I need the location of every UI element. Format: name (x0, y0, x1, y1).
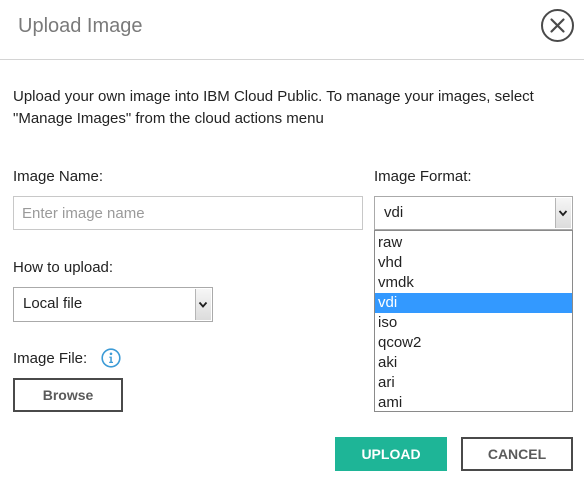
browse-button[interactable]: Browse (13, 378, 123, 412)
how-to-upload-dropdown-arrow[interactable] (195, 289, 211, 320)
format-option-ami[interactable]: ami (375, 393, 572, 413)
close-circle-icon (541, 9, 574, 42)
cancel-button[interactable]: CANCEL (461, 437, 573, 471)
format-option-vmdk[interactable]: vmdk (375, 273, 572, 293)
image-file-label: Image File: (13, 350, 88, 367)
image-name-input[interactable] (13, 196, 363, 230)
image-format-selected-value: vdi (384, 204, 404, 221)
info-icon[interactable] (101, 348, 121, 368)
image-format-dropdown-arrow[interactable] (555, 198, 571, 228)
dialog-title: Upload Image (18, 15, 143, 37)
how-to-upload-selected-value: Local file (23, 295, 83, 312)
how-to-upload-select[interactable]: Local file (13, 287, 213, 322)
how-to-upload-label: How to upload: (13, 259, 114, 276)
format-option-iso[interactable]: iso (375, 313, 572, 333)
image-format-options-list: raw vhd vmdk vdi iso qcow2 aki ari ami (374, 230, 573, 412)
chevron-down-icon (558, 210, 568, 217)
dialog-description: Upload your own image into IBM Cloud Pub… (13, 88, 534, 127)
upload-image-dialog: Upload Image Upload your own image into … (0, 0, 584, 486)
format-option-vhd[interactable]: vhd (375, 253, 572, 273)
upload-button[interactable]: UPLOAD (335, 437, 447, 471)
chevron-down-icon (198, 301, 208, 308)
image-name-label: Image Name: (13, 168, 104, 185)
format-option-raw[interactable]: raw (375, 233, 572, 253)
dialog-header: Upload Image (0, 0, 584, 60)
format-option-qcow2[interactable]: qcow2 (375, 333, 572, 353)
close-button[interactable] (540, 8, 575, 43)
format-option-ari[interactable]: ari (375, 373, 572, 393)
format-option-aki[interactable]: aki (375, 353, 572, 373)
image-format-label: Image Format: (374, 168, 472, 185)
format-option-vdi[interactable]: vdi (375, 293, 572, 313)
image-format-select[interactable]: vdi (374, 196, 573, 230)
